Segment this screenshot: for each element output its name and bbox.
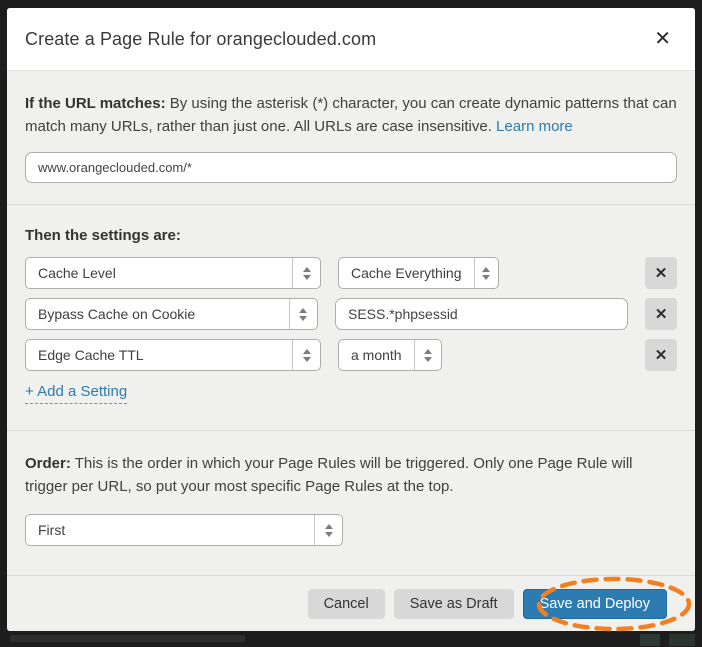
select-stepper-icon xyxy=(415,340,441,370)
save-and-deploy-button[interactable]: Save and Deploy xyxy=(523,589,667,619)
setting-value-select[interactable]: a month xyxy=(338,339,442,371)
order-description: Order: This is the order in which your P… xyxy=(25,431,677,498)
modal-header: Create a Page Rule for orangeclouded.com… xyxy=(7,8,695,70)
setting-type-select[interactable]: Cache Level xyxy=(25,257,321,289)
setting-type-select[interactable]: Bypass Cache on Cookie xyxy=(25,298,318,330)
url-match-description: If the URL matches: By using the asteris… xyxy=(25,71,677,138)
order-text: This is the order in which your Page Rul… xyxy=(25,455,633,495)
remove-setting-button[interactable]: ✕ xyxy=(645,257,677,289)
select-stepper-icon xyxy=(290,299,317,329)
setting-row: Cache Level Cache Everything ✕ xyxy=(25,257,677,289)
url-match-section: If the URL matches: By using the asteris… xyxy=(7,70,695,204)
setting-value: Cache Everything xyxy=(339,258,474,288)
select-stepper-icon xyxy=(293,258,320,288)
setting-value: a month xyxy=(339,340,414,370)
select-stepper-icon xyxy=(474,258,498,288)
settings-rows: Cache Level Cache Everything ✕ Bypass Ca… xyxy=(25,257,677,371)
close-icon[interactable]: ✕ xyxy=(652,27,673,51)
create-page-rule-modal: Create a Page Rule for orangeclouded.com… xyxy=(7,8,695,631)
url-pattern-input[interactable] xyxy=(25,152,677,183)
setting-value-select[interactable]: Cache Everything xyxy=(338,257,499,289)
cookie-pattern-input[interactable] xyxy=(335,298,628,330)
remove-setting-button[interactable]: ✕ xyxy=(645,298,677,330)
order-label: Order: xyxy=(25,455,71,472)
page-title: Create a Page Rule for orangeclouded.com xyxy=(25,29,376,50)
cancel-button[interactable]: Cancel xyxy=(308,589,385,619)
learn-more-link[interactable]: Learn more xyxy=(496,118,573,135)
setting-type-value: Bypass Cache on Cookie xyxy=(26,299,289,329)
save-as-draft-button[interactable]: Save as Draft xyxy=(394,589,514,619)
order-select[interactable]: First xyxy=(25,514,343,546)
modal-footer: Cancel Save as Draft Save and Deploy xyxy=(7,575,695,631)
select-stepper-icon xyxy=(315,515,342,545)
add-setting-link[interactable]: + Add a Setting xyxy=(25,383,127,404)
setting-row: Bypass Cache on Cookie ✕ xyxy=(25,298,677,330)
remove-setting-button[interactable]: ✕ xyxy=(645,339,677,371)
setting-type-value: Edge Cache TTL xyxy=(26,340,292,370)
background-widget-smudge xyxy=(640,634,660,646)
setting-type-value: Cache Level xyxy=(26,258,292,288)
setting-type-select[interactable]: Edge Cache TTL xyxy=(25,339,321,371)
setting-row: Edge Cache TTL a month ✕ xyxy=(25,339,677,371)
order-value: First xyxy=(26,515,314,545)
url-match-label: If the URL matches: xyxy=(25,95,166,112)
order-section: Order: This is the order in which your P… xyxy=(7,430,695,575)
settings-heading: Then the settings are: xyxy=(25,205,677,244)
background-widget-smudge xyxy=(669,634,695,646)
settings-section: Then the settings are: Cache Level Cache… xyxy=(7,204,695,430)
background-statusbar-smudge xyxy=(10,635,245,642)
select-stepper-icon xyxy=(293,340,320,370)
